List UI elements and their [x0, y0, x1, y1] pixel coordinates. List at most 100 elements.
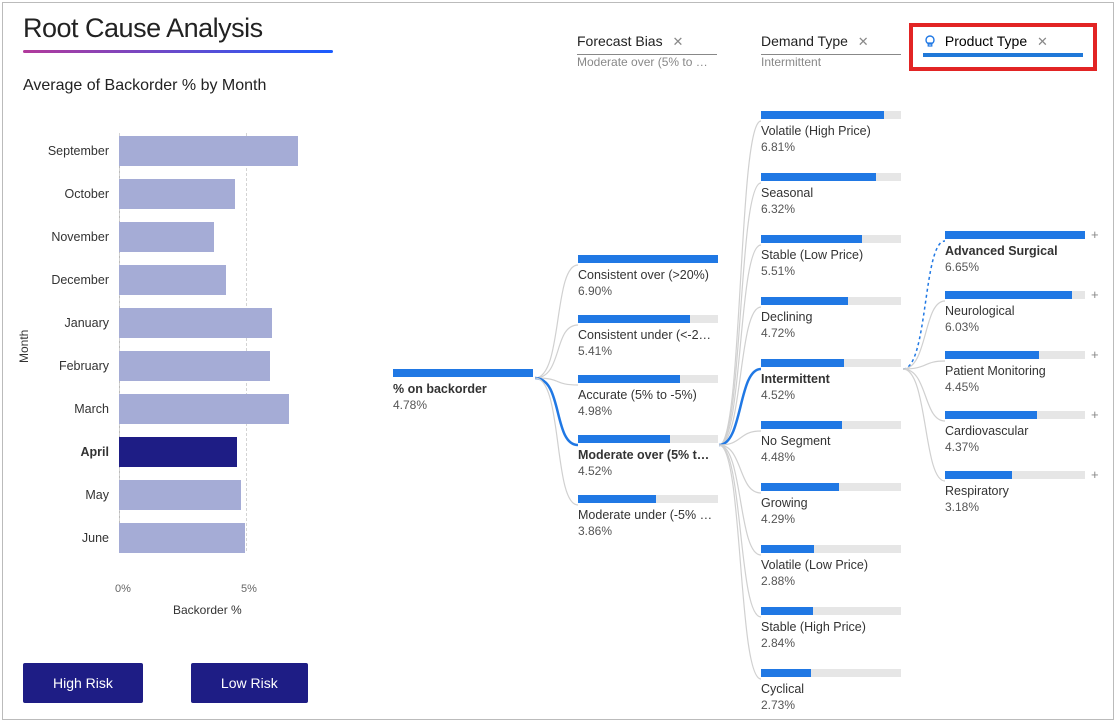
tree-node[interactable]: Respiratory3.18% — [945, 471, 1085, 514]
bar-category: May — [41, 488, 119, 502]
highlight-box — [909, 23, 1097, 71]
node-label: Volatile (High Price) — [761, 124, 901, 140]
bar-category: September — [41, 144, 119, 158]
bar-category: April — [41, 445, 119, 459]
node-value: 6.81% — [761, 140, 901, 154]
close-icon[interactable]: ✕ — [858, 34, 869, 49]
bar-row[interactable]: November — [41, 215, 341, 258]
expand-icon[interactable]: + — [1091, 407, 1099, 422]
node-value: 4.78% — [393, 398, 533, 412]
col-title: Forecast Bias — [577, 33, 663, 49]
bar-category: March — [41, 402, 119, 416]
node-label: Declining — [761, 310, 901, 326]
expand-icon[interactable]: + — [1091, 227, 1099, 242]
y-axis-label: Month — [17, 330, 31, 363]
tree-node[interactable]: Advanced Surgical6.65% — [945, 231, 1085, 274]
low-risk-button[interactable]: Low Risk — [191, 663, 308, 703]
bar-fill — [119, 437, 237, 467]
bar-row[interactable]: September — [41, 129, 341, 172]
node-value: 5.41% — [578, 344, 718, 358]
tree-node[interactable]: Volatile (High Price)6.81% — [761, 111, 901, 154]
tree-node[interactable]: Moderate over (5% t…4.52% — [578, 435, 718, 478]
tree-node[interactable]: Cardiovascular4.37% — [945, 411, 1085, 454]
bar-category: February — [41, 359, 119, 373]
tree-node[interactable]: Patient Monitoring4.45% — [945, 351, 1085, 394]
tree-node[interactable]: Cyclical2.73% — [761, 669, 901, 712]
node-label: Intermittent — [761, 372, 901, 388]
bar-fill — [119, 136, 298, 166]
tree-node[interactable]: Growing4.29% — [761, 483, 901, 526]
tree-node[interactable]: Consistent over (>20%)6.90% — [578, 255, 718, 298]
node-label: Moderate under (-5% … — [578, 508, 718, 524]
node-value: 6.03% — [945, 320, 1085, 334]
close-icon[interactable]: ✕ — [672, 34, 683, 49]
node-label: Volatile (Low Price) — [761, 558, 901, 574]
node-label: Consistent under (<-2… — [578, 328, 718, 344]
node-label: Growing — [761, 496, 901, 512]
tree-node[interactable]: Volatile (Low Price)2.88% — [761, 545, 901, 588]
expand-icon[interactable]: + — [1091, 467, 1099, 482]
decomposition-tree: Forecast Bias ✕ Moderate over (5% to … D… — [383, 33, 1103, 703]
col-sub: Intermittent — [761, 55, 901, 69]
node-value: 4.98% — [578, 404, 718, 418]
bar-row[interactable]: October — [41, 172, 341, 215]
column-demand-type[interactable]: Demand Type ✕ Intermittent — [761, 33, 901, 69]
tree-node[interactable]: Consistent under (<-2…5.41% — [578, 315, 718, 358]
column-forecast-bias[interactable]: Forecast Bias ✕ Moderate over (5% to … — [577, 33, 717, 69]
bar-row[interactable]: March — [41, 387, 341, 430]
tree-node[interactable]: Moderate under (-5% …3.86% — [578, 495, 718, 538]
node-label: Respiratory — [945, 484, 1085, 500]
col-title: Demand Type — [761, 33, 848, 49]
root-node[interactable]: % on backorder 4.78% — [393, 369, 533, 412]
bar-fill — [119, 394, 289, 424]
backorder-bar-chart: Month Backorder % SeptemberOctoberNovemb… — [23, 123, 363, 613]
node-value: 2.84% — [761, 636, 901, 650]
tree-node[interactable]: Declining4.72% — [761, 297, 901, 340]
tree-node[interactable]: Neurological6.03% — [945, 291, 1085, 334]
bar-row[interactable]: December — [41, 258, 341, 301]
expand-icon[interactable]: + — [1091, 287, 1099, 302]
node-label: Cyclical — [761, 682, 901, 698]
tree-node[interactable]: Intermittent4.52% — [761, 359, 901, 402]
node-value: 3.18% — [945, 500, 1085, 514]
node-label: Stable (Low Price) — [761, 248, 901, 264]
node-label: Patient Monitoring — [945, 364, 1085, 380]
tree-node[interactable]: Accurate (5% to -5%)4.98% — [578, 375, 718, 418]
bar-category: November — [41, 230, 119, 244]
col-sub: Moderate over (5% to … — [577, 55, 717, 69]
bar-fill — [119, 179, 235, 209]
node-value: 6.65% — [945, 260, 1085, 274]
bar-fill — [119, 308, 272, 338]
node-value: 4.45% — [945, 380, 1085, 394]
x-axis-label: Backorder % — [173, 603, 242, 617]
bar-row[interactable]: May — [41, 473, 341, 516]
node-label: Consistent over (>20%) — [578, 268, 718, 284]
node-label: Accurate (5% to -5%) — [578, 388, 718, 404]
bar-row[interactable]: January — [41, 301, 341, 344]
high-risk-button[interactable]: High Risk — [23, 663, 143, 703]
node-value: 4.37% — [945, 440, 1085, 454]
bar-category: December — [41, 273, 119, 287]
node-value: 6.90% — [578, 284, 718, 298]
bar-category: June — [41, 531, 119, 545]
node-label: Moderate over (5% t… — [578, 448, 718, 464]
tree-node[interactable]: Stable (Low Price)5.51% — [761, 235, 901, 278]
node-value: 4.48% — [761, 450, 901, 464]
bar-category: October — [41, 187, 119, 201]
node-label: No Segment — [761, 434, 901, 450]
tree-node[interactable]: No Segment4.48% — [761, 421, 901, 464]
bar-row[interactable]: February — [41, 344, 341, 387]
tree-node[interactable]: Stable (High Price)2.84% — [761, 607, 901, 650]
bar-row[interactable]: April — [41, 430, 341, 473]
tree-node[interactable]: Seasonal6.32% — [761, 173, 901, 216]
node-label: Seasonal — [761, 186, 901, 202]
bar-fill — [119, 351, 270, 381]
node-label: Cardiovascular — [945, 424, 1085, 440]
expand-icon[interactable]: + — [1091, 347, 1099, 362]
node-value: 4.52% — [761, 388, 901, 402]
node-value: 4.72% — [761, 326, 901, 340]
node-label: % on backorder — [393, 382, 533, 398]
bar-row[interactable]: June — [41, 516, 341, 559]
node-label: Stable (High Price) — [761, 620, 901, 636]
node-label: Neurological — [945, 304, 1085, 320]
